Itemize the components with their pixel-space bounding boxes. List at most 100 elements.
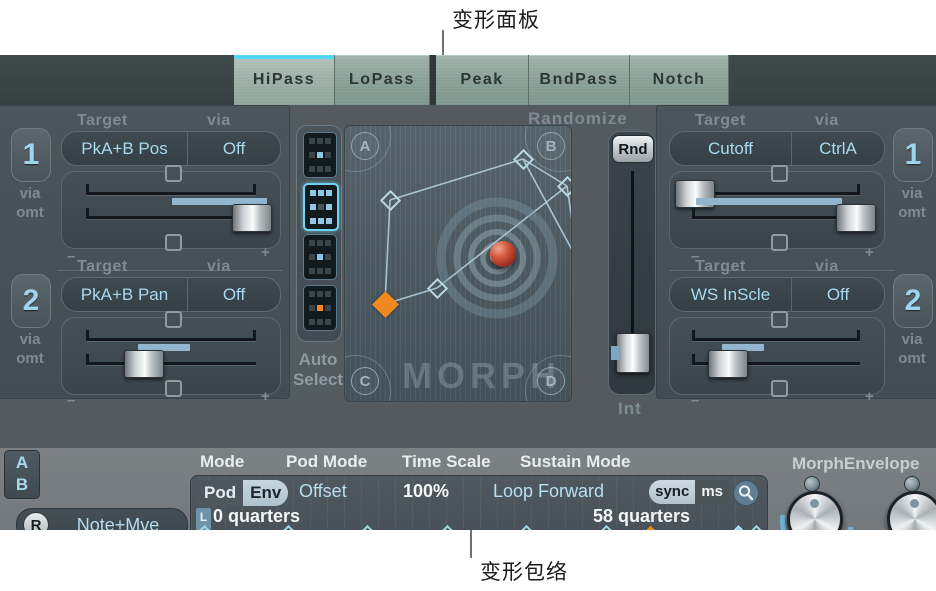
left-slot1-target-value[interactable]: PkA+B Pos xyxy=(62,132,188,165)
sync-segment-ms[interactable]: ms xyxy=(695,480,729,504)
track-cap xyxy=(857,184,860,195)
auto-select-label: Auto Select xyxy=(286,350,350,390)
left-slot1-center-nub-bottom[interactable] xyxy=(165,234,182,251)
tab-label: BndPass xyxy=(539,71,619,88)
knob-dial[interactable] xyxy=(887,491,936,530)
left-slot1-center-nub-top[interactable] xyxy=(165,165,182,182)
right-slot1-slider-group xyxy=(669,165,885,251)
left-slot1-amt-label: omt xyxy=(16,204,44,221)
envelope-node-open[interactable] xyxy=(356,524,379,530)
right-slot2-minus: – xyxy=(691,392,700,409)
grid-dot xyxy=(325,319,331,325)
left-slot2-via-header: via xyxy=(207,258,231,275)
left-slot2-center-nub-top[interactable] xyxy=(165,311,182,328)
sync-segment-sync[interactable]: sync xyxy=(649,480,695,504)
right-slot2-via-label: via xyxy=(901,331,923,348)
left-slot1-via-value[interactable]: Off xyxy=(188,132,280,165)
left-slot2-center-nub-bottom[interactable] xyxy=(165,380,182,397)
left-slot2-slider-group xyxy=(61,311,281,397)
envelope-end-value[interactable]: 58 quarters xyxy=(593,506,690,527)
left-slot2-select-row[interactable]: PkA+B Pan Off xyxy=(61,277,281,312)
magnifier-icon[interactable] xyxy=(733,480,759,506)
auto-select-label-line2: Select xyxy=(292,370,344,389)
envelope-node-open[interactable] xyxy=(436,524,459,530)
right-slot1-range-fill xyxy=(696,198,842,205)
grid-dot xyxy=(310,204,316,210)
left-slot1-via-header: via xyxy=(207,112,231,129)
left-slot1-select-row[interactable]: PkA+B Pos Off xyxy=(61,131,281,166)
right-slot2-amt-label: omt xyxy=(898,350,926,367)
tab-notch[interactable]: Notch xyxy=(630,55,729,105)
randomize-title: Randomize xyxy=(528,109,628,128)
grid-dot xyxy=(309,152,315,158)
grid-dot xyxy=(309,268,315,274)
right-slot1-target-value[interactable]: Cutoff xyxy=(670,132,792,165)
randomize-intensity-handle[interactable] xyxy=(611,333,650,373)
mode-segment-pod[interactable]: Pod xyxy=(197,480,244,506)
right-slot2-center-nub-top[interactable] xyxy=(771,311,788,328)
knob-indicator-led xyxy=(904,476,920,492)
magnifier-glyph xyxy=(738,485,754,501)
left-slot2-number[interactable]: 2 xyxy=(11,274,51,328)
envelope-start-value[interactable]: 0 quarters xyxy=(213,506,300,527)
grid-dot xyxy=(310,190,316,196)
left-slot2-via-value[interactable]: Off xyxy=(188,278,280,311)
morph-path-segment xyxy=(389,158,524,201)
left-slot2-target-value[interactable]: PkA+B Pan xyxy=(62,278,188,311)
envelope-editor[interactable]: Pod Env Offset 100% Loop Forward sync ms L… xyxy=(190,475,768,530)
time-scale-value[interactable]: 100% xyxy=(403,481,449,502)
grid-pattern-1[interactable] xyxy=(303,132,337,178)
right-slot1-center-nub-top[interactable] xyxy=(771,165,788,182)
right-slot2-handle[interactable] xyxy=(708,350,748,378)
tab-peak[interactable]: Peak xyxy=(436,55,529,105)
grid-dot xyxy=(318,204,324,210)
record-trigger-selector[interactable]: R Note+Mve xyxy=(16,508,188,530)
morph-ball-handle[interactable] xyxy=(490,241,516,267)
right-slot1-number[interactable]: 1 xyxy=(893,128,933,182)
grid-pattern-4[interactable] xyxy=(303,285,337,331)
right-slot2-target-value[interactable]: WS InScle xyxy=(670,278,792,311)
right-slot1-select-row[interactable]: Cutoff CtrlA xyxy=(669,131,885,166)
tab-lopass[interactable]: LoPass xyxy=(335,55,430,105)
grid-pattern-3[interactable] xyxy=(303,234,337,280)
right-slot1-handle-high[interactable] xyxy=(836,204,876,232)
right-slot2-select-row[interactable]: WS InScle Off xyxy=(669,277,885,312)
randomize-button[interactable]: Rnd xyxy=(612,135,654,163)
morph-path-segment xyxy=(522,158,571,250)
track-cap xyxy=(253,330,256,341)
morph-envelope-strip: A B R Note+Mve Record Trigger ModePod Mo… xyxy=(0,448,936,530)
tab-hipass[interactable]: HiPass xyxy=(234,55,335,105)
left-slot1-number[interactable]: 1 xyxy=(11,128,51,182)
right-slot2-via-value[interactable]: Off xyxy=(792,278,884,311)
tab-bndpass[interactable]: BndPass xyxy=(529,55,630,105)
morph-pad[interactable]: A B C D MORPH 0 xyxy=(344,125,572,402)
envelope-node-open[interactable] xyxy=(515,524,538,530)
right-slot1-center-nub-bottom[interactable] xyxy=(771,234,788,251)
mode-segment-env[interactable]: Env xyxy=(243,480,288,506)
sync-ms-segmented-control[interactable]: sync ms xyxy=(649,480,729,504)
right-slot2-number[interactable]: 2 xyxy=(893,274,933,328)
mode-segmented-control[interactable]: Pod Env xyxy=(197,480,289,506)
right-slot1-via-label: via xyxy=(901,185,923,202)
grid-pattern-2[interactable] xyxy=(303,183,339,231)
left-slot1-handle[interactable] xyxy=(232,204,272,232)
right-slot1-via-value[interactable]: CtrlA xyxy=(792,132,884,165)
sustain-mode-value[interactable]: Loop Forward xyxy=(493,481,604,502)
envelope-node-open[interactable] xyxy=(745,524,767,530)
envelope-node-cyan[interactable] xyxy=(729,525,748,530)
modulation-panel-left: Target via 1 via omt PkA+B Pos Off – + T… xyxy=(0,105,290,409)
grid-dot xyxy=(325,268,331,274)
left-slot2-minus: – xyxy=(67,392,76,409)
grid-dot xyxy=(317,254,323,260)
right-slot2-center-nub-bottom[interactable] xyxy=(771,380,788,397)
tab-label: LoPass xyxy=(349,71,415,88)
randomize-track xyxy=(631,171,634,341)
left-slot2-handle[interactable] xyxy=(124,350,164,378)
grid-dot xyxy=(326,218,332,224)
right-slot2-slider-group xyxy=(669,311,885,397)
pod-mode-value[interactable]: Offset xyxy=(299,481,347,502)
ab-compare-button[interactable]: A B xyxy=(4,450,40,499)
panel-body: Target via 1 via omt PkA+B Pos Off – + T… xyxy=(0,105,936,530)
grid-dot xyxy=(309,319,315,325)
record-trigger-value[interactable]: Note+Mve xyxy=(49,515,187,531)
